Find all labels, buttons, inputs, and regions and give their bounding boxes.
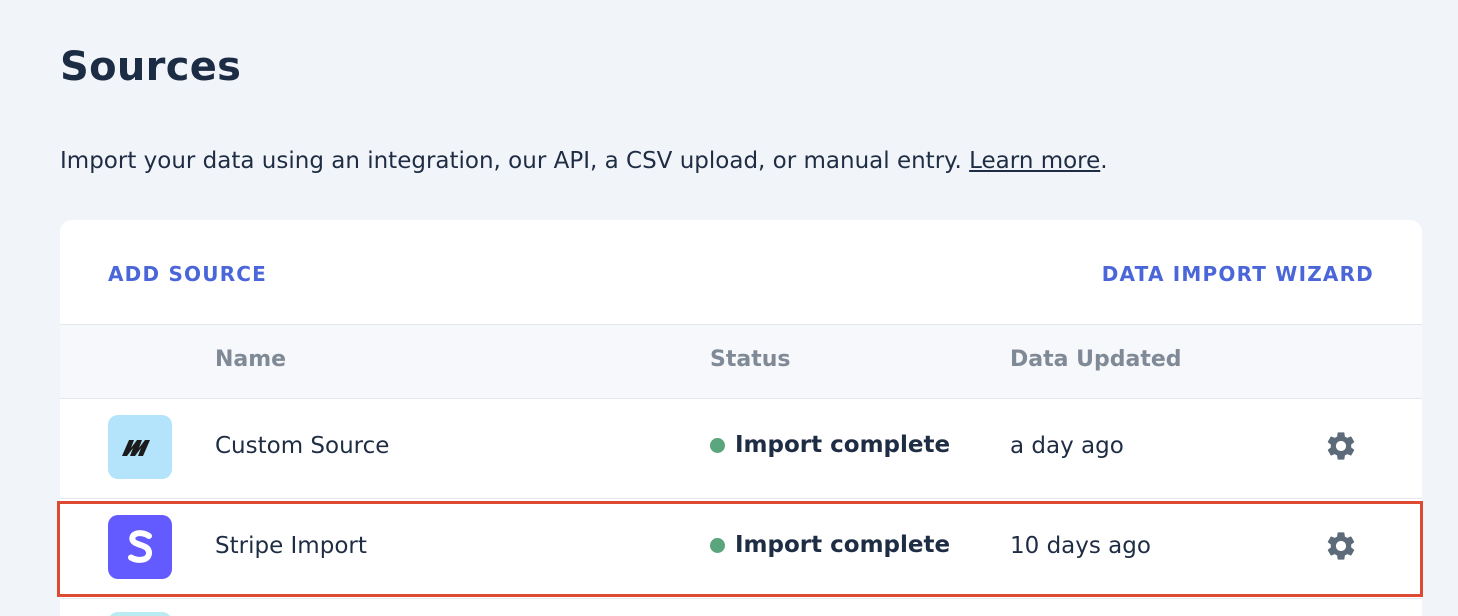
gear-icon[interactable] [1324,429,1358,463]
custom-source-logo-icon [108,415,172,479]
data-updated: a day ago [1010,433,1124,459]
status-text: Import complete [735,532,951,558]
source-name[interactable]: Stripe Import [215,533,367,559]
custom-source-mark-icon [122,440,150,456]
page-description: Import your data using an integration, o… [60,148,1108,174]
data-import-wizard-button[interactable]: DATA IMPORT WIZARD [1102,262,1374,286]
column-header-data-updated: Data Updated [1010,347,1182,372]
description-period: . [1100,148,1108,174]
status-badge: Import complete [710,532,950,558]
column-header-status: Status [710,347,791,372]
gear-icon[interactable] [1324,529,1358,563]
description-text: Import your data using an integration, o… [60,148,962,174]
table-header: Name Status Data Updated [60,325,1422,399]
status-text: Import complete [735,432,951,458]
source-name[interactable]: Custom Source [215,433,389,459]
add-source-button[interactable]: ADD SOURCE [108,262,267,286]
table-row[interactable]: Custom Source Import complete a day ago [60,399,1422,499]
learn-more-link[interactable]: Learn more [969,148,1100,174]
table-row[interactable]: Stripe Import Import complete 10 days ag… [60,499,1422,599]
sources-toolbar: ADD SOURCE DATA IMPORT WIZARD [60,220,1422,325]
stripe-s-icon [128,530,153,563]
page-title: Sources [60,44,242,90]
stripe-logo-icon [108,515,172,579]
column-header-name: Name [215,347,287,372]
status-dot-icon [710,537,725,553]
data-updated: 10 days ago [1010,533,1151,559]
status-dot-icon [710,437,725,453]
sources-card: ADD SOURCE DATA IMPORT WIZARD Name Statu… [60,220,1422,616]
sources-page: Sources Import your data using an integr… [0,0,1458,616]
status-badge: Import complete [710,432,950,458]
next-row-logo-icon [108,612,172,616]
